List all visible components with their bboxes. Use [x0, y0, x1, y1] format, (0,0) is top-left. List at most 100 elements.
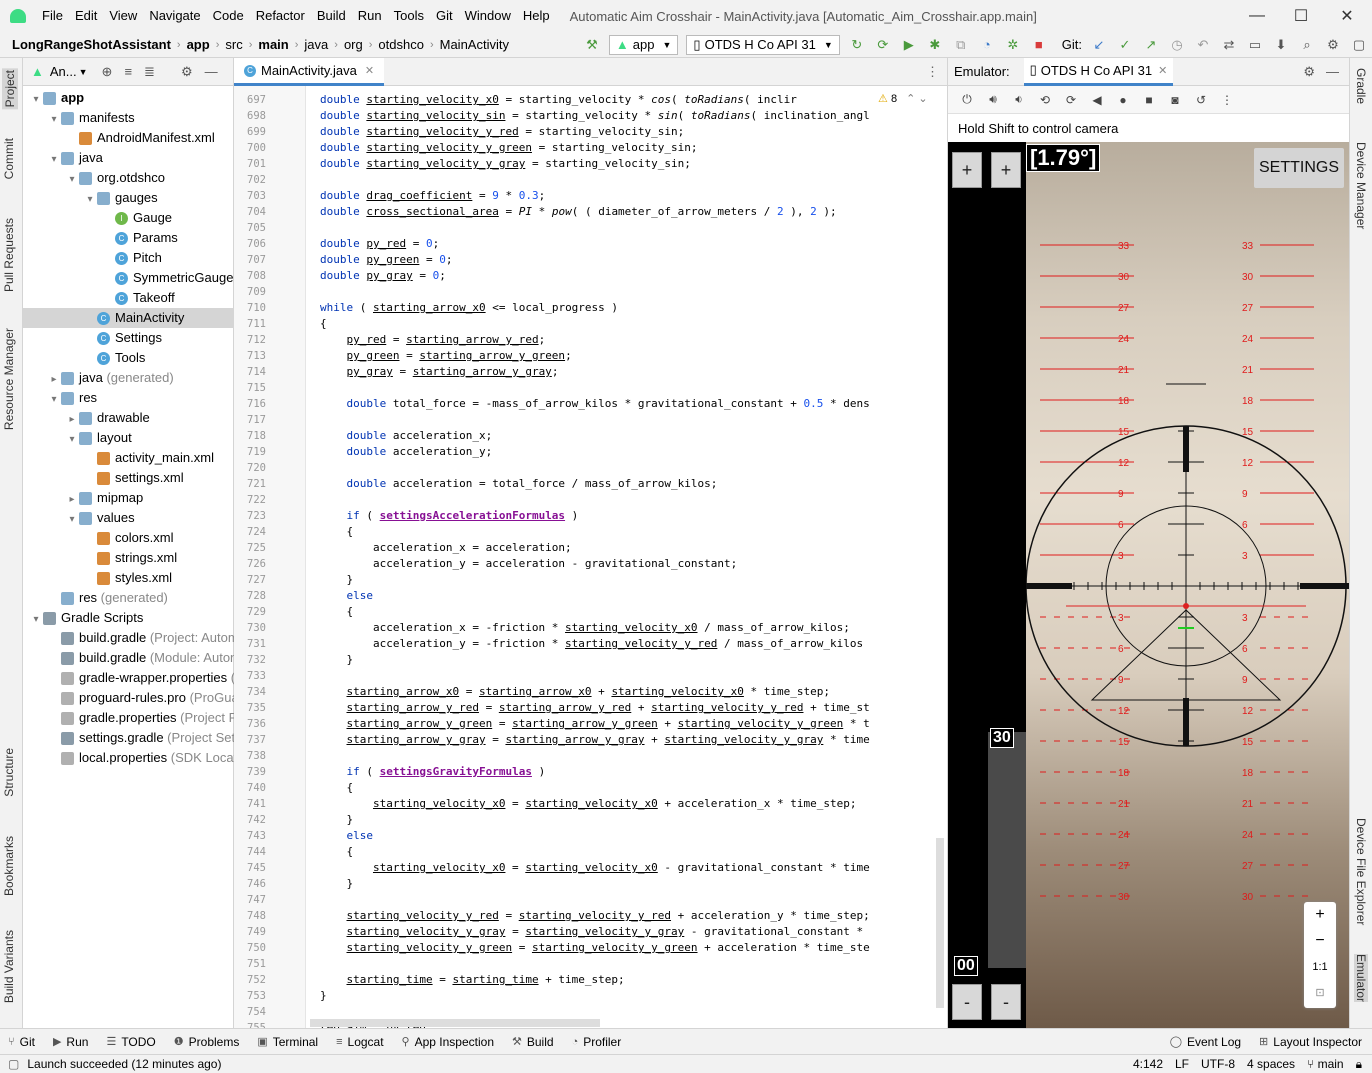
chevron-icon[interactable]: ▾	[65, 510, 79, 528]
overview-icon[interactable]: ■	[1136, 93, 1162, 107]
menu-refactor[interactable]: Refactor	[250, 0, 311, 32]
project-view-select[interactable]: An...	[50, 64, 77, 79]
chevron-icon[interactable]: ▾	[29, 90, 43, 108]
tool-logcat[interactable]: ≡ Logcat	[336, 1035, 383, 1049]
code-line[interactable]: }	[320, 572, 353, 588]
home-icon[interactable]: ●	[1110, 93, 1136, 107]
code-line[interactable]: double drag_coefficient = 9 * 0.3;	[320, 188, 545, 204]
code-line[interactable]: double acceleration = total_force / mass…	[320, 476, 718, 492]
tab-commit[interactable]: Commit	[2, 138, 16, 179]
tool-terminal[interactable]: ▣ Terminal	[257, 1035, 318, 1049]
stop-icon[interactable]: ■	[1031, 37, 1047, 53]
menu-run[interactable]: Run	[352, 0, 388, 32]
menu-file[interactable]: File	[36, 0, 69, 32]
breadcrumb-item[interactable]: java	[300, 37, 332, 52]
run-config-select[interactable]: ▲ app ▼	[608, 34, 679, 55]
chevron-icon[interactable]: ▾	[65, 170, 79, 188]
chevron-icon[interactable]: ▾	[83, 190, 97, 208]
back-icon[interactable]: ◀	[1084, 93, 1110, 107]
close-icon[interactable]: ✕	[1324, 0, 1370, 32]
code-line[interactable]: acceleration_y = acceleration - gravitat…	[320, 556, 737, 572]
close-tab-icon[interactable]: ✕	[365, 64, 374, 77]
zoom-in-button[interactable]: +	[1304, 902, 1336, 928]
line-separator[interactable]: LF	[1175, 1057, 1189, 1072]
tree-item[interactable]: ▾ layout	[23, 428, 234, 448]
history-icon[interactable]: ◷	[1169, 37, 1185, 53]
code-line[interactable]: acceleration_x = -friction * starting_ve…	[320, 620, 850, 636]
distance-bar[interactable]	[988, 732, 1026, 968]
tab-emulator[interactable]: Emulator	[1354, 954, 1368, 1003]
tree-item[interactable]: activity_main.xml	[23, 448, 234, 468]
tree-item[interactable]: styles.xml	[23, 568, 234, 588]
attach-icon[interactable]: ⧉	[953, 37, 969, 53]
breadcrumb-item[interactable]: app	[183, 37, 214, 52]
code-line[interactable]: starting_velocity_y_red = starting_veloc…	[320, 908, 870, 924]
tree-item[interactable]: ▸ mipmap	[23, 488, 234, 508]
chevron-icon[interactable]: ▾	[47, 390, 61, 408]
chevron-icon[interactable]: ▸	[65, 410, 79, 428]
editor-scrollbar[interactable]	[936, 838, 944, 1008]
tree-item[interactable]: strings.xml	[23, 548, 234, 568]
code-line[interactable]: double acceleration_y;	[320, 444, 493, 460]
search-icon[interactable]: ⌕	[1299, 37, 1315, 53]
attach-debugger-icon[interactable]: ✲	[1005, 37, 1021, 53]
tree-item[interactable]: C Tools	[23, 348, 234, 368]
code-line[interactable]: }	[320, 812, 353, 828]
tab-device-file-explorer[interactable]: Device File Explorer	[1354, 818, 1368, 925]
device-screen[interactable]: 33 33 30 30 27 27 24 24 21 21 18 18 15 15 12 12 9 9 6 6 3 3 3 3…	[948, 142, 1350, 1028]
code-line[interactable]: double acceleration_x;	[320, 428, 493, 444]
zoom-ratio-button[interactable]: 1:1	[1304, 954, 1336, 980]
more-icon[interactable]: ⋮	[1214, 93, 1240, 107]
file-encoding[interactable]: UTF-8	[1201, 1057, 1235, 1072]
tree-item[interactable]: ▾ res	[23, 388, 234, 408]
git-update-icon[interactable]: ↙	[1091, 37, 1107, 53]
sdk-manager-icon[interactable]: ⬇	[1273, 37, 1289, 53]
plus-button-2[interactable]: +	[991, 152, 1021, 188]
menu-tools[interactable]: Tools	[388, 0, 430, 32]
code-line[interactable]: double py_red = 0;	[320, 236, 439, 252]
menu-view[interactable]: View	[103, 0, 143, 32]
rerun-icon[interactable]: ↻	[849, 37, 865, 53]
code-line[interactable]: }	[320, 876, 353, 892]
tab-mainactivity[interactable]: C MainActivity.java ✕	[234, 58, 385, 86]
collapse-all-icon[interactable]: ≣	[144, 64, 155, 80]
code-line[interactable]: acceleration_x = acceleration;	[320, 540, 572, 556]
device-select[interactable]: ▯ OTDS H Co API 31 ▼	[686, 34, 840, 55]
code-line[interactable]: acceleration_y = -friction * starting_ve…	[320, 636, 863, 652]
code-line[interactable]: double starting_velocity_y_red = startin…	[320, 124, 684, 140]
minimize-icon[interactable]: —	[1234, 0, 1280, 32]
code-line[interactable]: starting_time = starting_time + time_ste…	[320, 972, 625, 988]
code-line[interactable]: double starting_velocity_sin = starting_…	[320, 108, 870, 124]
code-line[interactable]: starting_arrow_y_gray = starting_arrow_y…	[320, 732, 870, 748]
tree-item[interactable]: AndroidManifest.xml	[23, 128, 234, 148]
tree-item[interactable]: ▾ manifests	[23, 108, 234, 128]
tool-profiler[interactable]: ◔ Profiler	[572, 1035, 622, 1049]
code-line[interactable]: {	[320, 604, 353, 620]
run-icon[interactable]: ▶	[901, 37, 917, 53]
hide-icon[interactable]: —	[1326, 64, 1339, 79]
status-toggle-icon[interactable]: ▢	[8, 1057, 19, 1071]
code-line[interactable]: double starting_velocity_y_gray = starti…	[320, 156, 691, 172]
tree-item[interactable]: ▾ org.otdshco	[23, 168, 234, 188]
tree-item[interactable]: settings.xml	[23, 468, 234, 488]
tree-item[interactable]: build.gradle (Project: Autom	[23, 628, 234, 648]
tree-item[interactable]: ▾ values	[23, 508, 234, 528]
rotate-left-icon[interactable]: ⟲	[1032, 93, 1058, 107]
menu-edit[interactable]: Edit	[69, 0, 103, 32]
code-line[interactable]: }	[320, 652, 353, 668]
tool-todo[interactable]: ☰ TODO	[106, 1035, 155, 1049]
code-line[interactable]: starting_arrow_x0 = starting_arrow_x0 + …	[320, 684, 830, 700]
tree-item[interactable]: C MainActivity	[23, 308, 234, 328]
tree-item[interactable]: ▾ Gradle Scripts	[23, 608, 234, 628]
code-line[interactable]: }	[320, 988, 327, 1004]
code-line[interactable]: double total_force = -mass_of_arrow_kilo…	[320, 396, 870, 412]
tree-item[interactable]: ▾ gauges	[23, 188, 234, 208]
tab-build-variants[interactable]: Build Variants	[2, 930, 16, 1003]
volume-up-icon[interactable]: 🔊︎	[980, 92, 1006, 107]
tab-emulator-device[interactable]: ▯ OTDS H Co API 31 ✕	[1023, 57, 1174, 86]
code-line[interactable]: starting_velocity_x0 = starting_velocity…	[320, 860, 870, 876]
zoom-out-button[interactable]: −	[1304, 928, 1336, 954]
volume-down-icon[interactable]: 🔉︎	[1006, 92, 1032, 107]
minus-button-2[interactable]: -	[991, 984, 1021, 1020]
hide-icon[interactable]: —	[205, 64, 218, 79]
